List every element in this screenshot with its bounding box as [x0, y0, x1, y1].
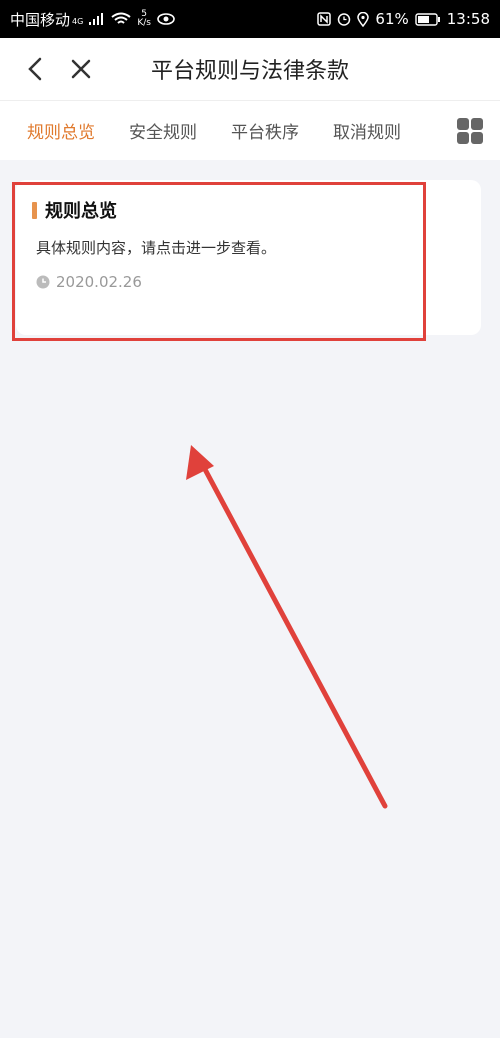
back-button[interactable] [13, 47, 57, 91]
grid-menu-button[interactable] [446, 107, 494, 155]
battery-percent: 61% [375, 10, 409, 28]
wifi-icon [111, 12, 131, 26]
chevron-left-icon [28, 57, 42, 81]
nfc-icon [317, 12, 332, 26]
status-bar: 中国移动 4G 5 K/s 61% 13:58 [0, 0, 500, 38]
close-icon [71, 59, 91, 79]
alarm-icon [337, 12, 351, 26]
battery-icon [415, 12, 441, 26]
card-header: 规则总览 [32, 197, 117, 223]
tab-bar: 规则总览 安全规则 平台秩序 取消规则 [0, 100, 500, 160]
signal-icon [89, 13, 105, 25]
card-title: 规则总览 [45, 201, 117, 222]
tab-rules-overview[interactable]: 规则总览 [27, 118, 95, 143]
nav-bar: 平台规则与法律条款 [0, 38, 500, 100]
close-button[interactable] [59, 47, 103, 91]
card-date: 2020.02.26 [56, 273, 142, 291]
accent-bar [32, 201, 37, 219]
tab-platform-order[interactable]: 平台秩序 [231, 118, 299, 143]
grid-icon [457, 117, 483, 144]
tab-safety-rules[interactable]: 安全规则 [129, 118, 197, 143]
eye-icon [157, 13, 175, 25]
location-icon [357, 11, 370, 27]
net-speed-unit: K/s [137, 18, 151, 28]
card-date-row: 2020.02.26 [36, 273, 142, 291]
card-description: 具体规则内容，请点击进一步查看。 [36, 239, 277, 257]
carrier-label: 中国移动 [10, 10, 71, 29]
tab-cancel-rules[interactable]: 取消规则 [333, 118, 401, 143]
clock-time: 13:58 [446, 10, 490, 28]
network-type: 4G [72, 16, 84, 26]
clock-icon [36, 275, 50, 289]
net-speed: 5 K/s [137, 10, 151, 28]
